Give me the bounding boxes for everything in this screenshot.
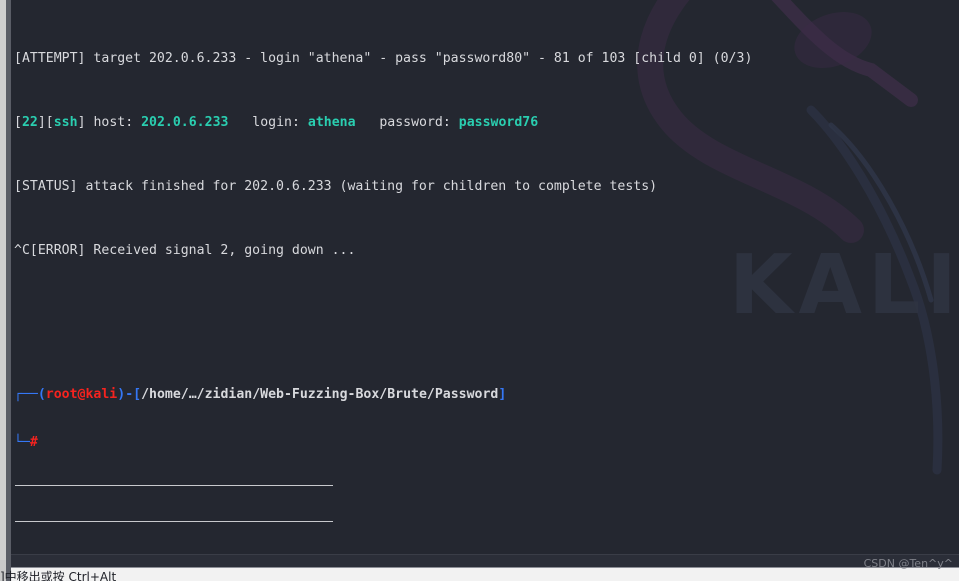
kali-wordmark: KALI [729, 238, 959, 333]
page-background-strip [0, 568, 959, 581]
window-bottom-edge [11, 567, 959, 568]
hydra-attempt-line: [ATTEMPT] target 202.0.6.233 - login "at… [14, 51, 753, 66]
terminal-window: KALI [ATTEMPT] target 202.0.6.233 - logi… [0, 0, 959, 581]
terminal-text: [ATTEMPT] target 202.0.6.233 - login "at… [11, 0, 752, 554]
flag-rule-bottom [15, 521, 333, 522]
hydra-found-line: [22][ssh] host: 202.0.6.233 login: athen… [14, 115, 539, 130]
csdn-watermark: CSDN @Ten^y^ [863, 557, 953, 570]
terminal-output-area[interactable]: KALI [ATTEMPT] target 202.0.6.233 - logi… [11, 0, 959, 554]
window-left-edge [6, 0, 11, 581]
flag-rule-top [15, 485, 333, 486]
kali-prompt-1-top: ┌──(root@kali)-[/home/…/zidian/Web-Fuzzi… [14, 387, 507, 402]
vertical-scrollbar[interactable] [0, 0, 11, 581]
kali-prompt-1-bottom[interactable]: └─# [14, 435, 752, 451]
hydra-status-line: [STATUS] attack finished for 202.0.6.233… [14, 179, 658, 194]
hydra-error-line: ^C[ERROR] Received signal 2, going down … [14, 243, 356, 258]
status-bar [11, 554, 959, 568]
cut-off-caption: ]中移出或按 Ctrl+Alt [0, 570, 117, 581]
